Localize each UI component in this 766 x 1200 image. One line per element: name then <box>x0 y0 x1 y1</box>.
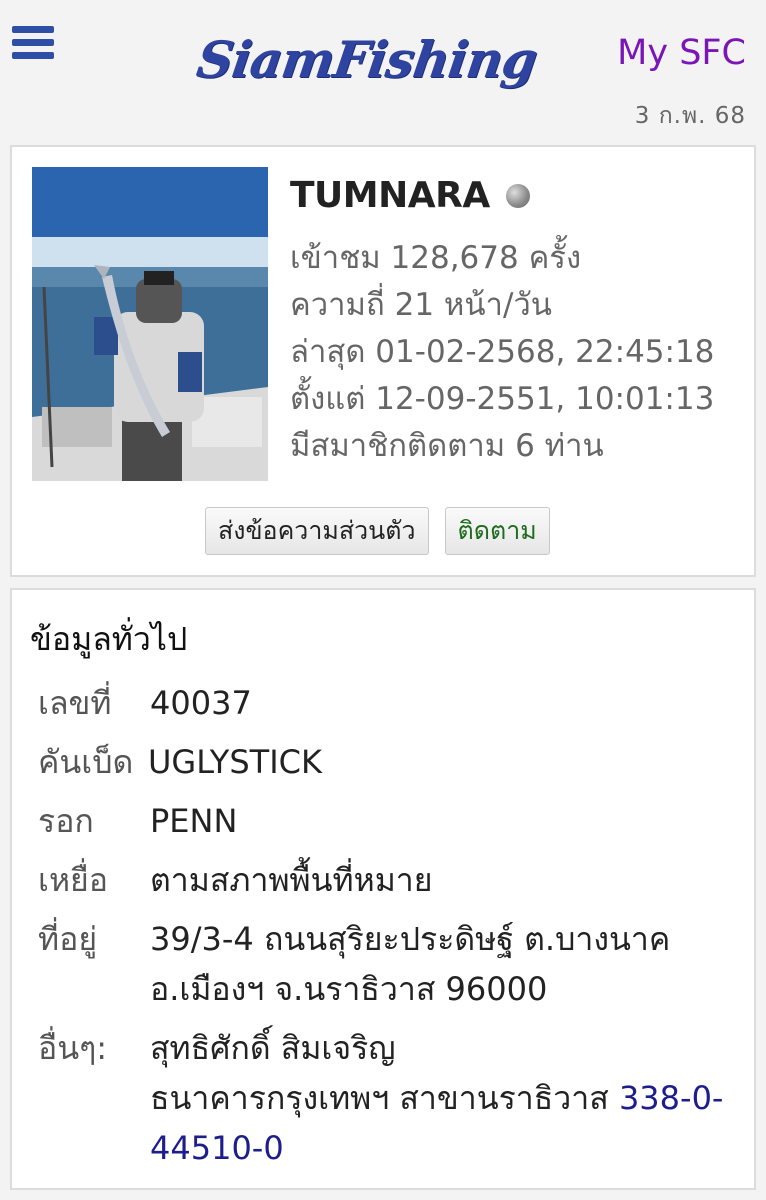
info-label: เลขที่ <box>38 684 112 722</box>
info-value: PENN <box>150 802 238 840</box>
general-info-card: ข้อมูลทั่วไป เลขที่ 40037 คันเบ็ด UGLYST… <box>10 588 756 1190</box>
followers-count: มีสมาชิกติดตาม 6 ท่าน <box>290 428 604 464</box>
info-row-reel: รอก PENN <box>38 796 738 846</box>
follow-button[interactable]: ติดตาม <box>444 507 550 555</box>
info-value: ตามสภาพพื้นที่หมาย <box>150 861 433 899</box>
my-sfc-link[interactable]: My SFC <box>617 33 746 73</box>
profile-photo <box>32 167 268 481</box>
profile-actions: ส่งข้อความส่วนตัว ติดตาม <box>205 507 550 555</box>
site-logo[interactable]: SiamFishing <box>190 30 541 110</box>
info-label: รอก <box>38 802 94 840</box>
profile-card: TUMNARA เข้าชม 128,678 ครั้ง ความถี่ 21 … <box>10 145 756 577</box>
other-line-1: สุทธิศักดิ์ สิมเจริญ <box>150 1029 396 1067</box>
general-info-table: เลขที่ 40037 คันเบ็ด UGLYSTICK รอก PENN … <box>38 678 738 1182</box>
bank-branch: ธนาคารกรุงเทพฯ สาขานราธิวาส <box>150 1079 609 1117</box>
info-row-other: อื่นๆ: สุทธิศักดิ์ สิมเจริญ ธนาคารกรุงเท… <box>38 1023 738 1173</box>
info-label: คันเบ็ด <box>38 743 134 781</box>
info-value: 40037 <box>150 684 252 722</box>
member-since: ตั้งแต่ 12-09-2551, 10:01:13 <box>290 381 715 417</box>
info-value: สุทธิศักดิ์ สิมเจริญ ธนาคารกรุงเทพฯ สาขา… <box>150 1023 738 1173</box>
header: SiamFishing My SFC 3 ก.พ. 68 <box>0 0 766 140</box>
send-private-message-button[interactable]: ส่งข้อความส่วนตัว <box>205 507 429 555</box>
online-status-icon <box>505 183 530 208</box>
visit-frequency: ความถี่ 21 หน้า/วัน <box>290 287 552 323</box>
info-value: 39/3-4 ถนนสุริยะประดิษฐ์ ต.บางนาค อ.เมือ… <box>150 914 670 1014</box>
address-line-2: อ.เมืองฯ จ.นราธิวาส 96000 <box>150 970 548 1008</box>
other-line-2: ธนาคารกรุงเทพฯ สาขานราธิวาส 338-0-44510-… <box>150 1073 738 1173</box>
username: TUMNARA <box>290 175 490 216</box>
info-row-address: ที่อยู่ 39/3-4 ถนนสุริยะประดิษฐ์ ต.บางนา… <box>38 914 738 1014</box>
info-row-rod: คันเบ็ด UGLYSTICK <box>38 737 738 787</box>
general-info-title: ข้อมูลทั่วไป <box>30 620 188 658</box>
info-label: ที่อยู่ <box>38 920 98 958</box>
info-label: เหยื่อ <box>38 861 108 899</box>
info-row-bait: เหยื่อ ตามสภาพพื้นที่หมาย <box>38 855 738 905</box>
info-row-number: เลขที่ 40037 <box>38 678 738 728</box>
hamburger-menu-icon[interactable] <box>12 26 54 66</box>
views-count: เข้าชม 128,678 ครั้ง <box>290 240 582 276</box>
current-date: 3 ก.พ. 68 <box>634 103 746 129</box>
username-row: TUMNARA <box>290 175 530 216</box>
address-line-1: 39/3-4 ถนนสุริยะประดิษฐ์ ต.บางนาค <box>150 920 671 958</box>
info-value: UGLYSTICK <box>148 743 322 781</box>
profile-stats: เข้าชม 128,678 ครั้ง ความถี่ 21 หน้า/วัน… <box>290 235 714 470</box>
info-label: อื่นๆ: <box>38 1029 108 1067</box>
last-visit: ล่าสุด 01-02-2568, 22:45:18 <box>290 334 715 370</box>
